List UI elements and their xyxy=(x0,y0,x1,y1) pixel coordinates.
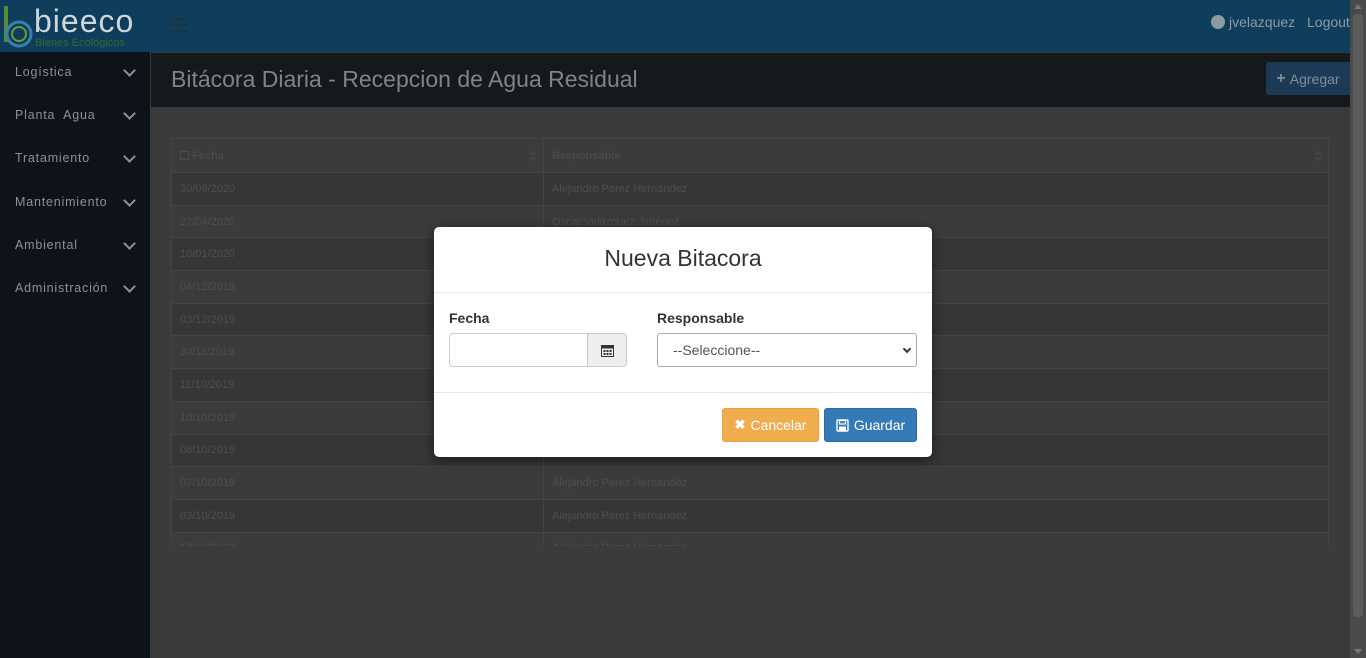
calendar-icon xyxy=(600,344,614,357)
logo-mark-icon xyxy=(4,6,33,48)
plus-icon: + xyxy=(1276,69,1286,87)
sidebar-item-tratamiento[interactable]: Tratamiento xyxy=(0,143,150,173)
floppy-disk-icon xyxy=(836,418,849,432)
page-header: Bitácora Diaria - Recepcion de Agua Resi… xyxy=(151,53,1350,107)
divider xyxy=(434,292,932,293)
save-button[interactable]: Guardar xyxy=(824,408,917,442)
add-button-label: Agregar xyxy=(1289,70,1340,87)
chevron-down-icon xyxy=(123,237,136,250)
table-row[interactable]: 03/10/2019 Alejandro Perez Hernandez xyxy=(171,498,1329,533)
cell-responsable: Alejandro Perez Hernandez xyxy=(543,466,1329,500)
sidebar-item-label: Tratamiento xyxy=(15,151,91,165)
sidebar-item-administracion[interactable]: Administración xyxy=(0,273,150,303)
sidebar-item-mantenimiento[interactable]: Mantenimiento xyxy=(0,187,150,217)
cell-responsable: Alejandro Perez Hernandez xyxy=(543,172,1329,206)
sidebar-item-label: Ambiental xyxy=(15,238,78,252)
nueva-bitacora-modal: Nueva Bitacora Fecha Responsable --Selec… xyxy=(434,227,932,457)
select-value: --Seleccione-- xyxy=(673,342,761,358)
calendar-icon xyxy=(180,150,189,160)
sort-icon xyxy=(529,150,537,162)
cancel-button-label: Cancelar xyxy=(750,417,807,433)
responsable-label: Responsable xyxy=(657,310,745,326)
cell-responsable: Alejandro Perez Hernandez xyxy=(543,498,1329,533)
column-label: Responsable xyxy=(552,149,621,162)
brand-tagline: Bienes Ecológicos xyxy=(35,37,125,49)
sort-icon xyxy=(1314,150,1322,162)
close-icon: ✖ xyxy=(734,417,746,432)
column-header-responsable[interactable]: Responsable xyxy=(543,138,1329,173)
save-button-label: Guardar xyxy=(853,417,906,433)
sidebar-item-logistica[interactable]: Logística xyxy=(0,57,150,87)
cell-fecha: 07/10/2019 xyxy=(171,466,544,500)
menu-toggle-icon[interactable] xyxy=(170,18,188,34)
sidebar-item-ambiental[interactable]: Ambiental xyxy=(0,230,150,260)
column-header-fecha[interactable]: Fecha xyxy=(171,138,544,173)
modal-title: Nueva Bitacora xyxy=(604,245,762,271)
scroll-up-icon[interactable] xyxy=(1354,4,1362,9)
chevron-down-icon xyxy=(123,194,136,207)
add-button[interactable]: + Agregar xyxy=(1266,62,1350,95)
chevron-down-icon xyxy=(123,150,136,163)
scroll-down-icon[interactable] xyxy=(1354,649,1362,654)
fecha-input[interactable] xyxy=(449,333,588,367)
sidebar-item-label: Administración xyxy=(15,281,109,295)
datepicker-button[interactable] xyxy=(587,333,627,367)
username: jvelazquez xyxy=(1229,14,1296,30)
chevron-down-icon xyxy=(902,344,912,354)
responsable-select[interactable]: --Seleccione-- xyxy=(657,333,917,367)
sidebar-item-label: Planta Agua xyxy=(15,108,96,122)
table-row[interactable]: 30/09/2020 Alejandro Perez Hernandez xyxy=(171,172,1329,206)
cell-responsable: Alejandro Perez Hernandez xyxy=(543,531,1329,546)
chevron-down-icon xyxy=(123,64,136,77)
scrollbar-thumb[interactable] xyxy=(1353,14,1363,617)
chevron-down-icon xyxy=(123,280,136,293)
table-row[interactable]: 07/10/2019 Alejandro Perez Hernandez xyxy=(171,466,1329,500)
brand-logo[interactable]: bieeco Bienes Ecológicos xyxy=(0,0,152,52)
divider xyxy=(434,392,932,393)
brand-name: bieeco xyxy=(34,3,135,39)
sidebar-item-label: Mantenimiento xyxy=(15,195,108,209)
table-row[interactable]: 17/09/2019Alejandro Perez Hernandez xyxy=(171,531,1329,546)
cell-fecha: 03/10/2019 xyxy=(171,498,544,533)
chevron-down-icon xyxy=(123,107,136,120)
user-circle-icon xyxy=(1211,15,1225,29)
sidebar-item-planta-agua[interactable]: Planta Agua xyxy=(0,100,150,130)
column-label: Fecha xyxy=(192,149,224,162)
page-scrollbar[interactable] xyxy=(1350,0,1366,658)
logout-link[interactable]: Logout xyxy=(1307,14,1350,30)
top-navbar: bieeco Bienes Ecológicos jvelazquez Logo… xyxy=(0,0,1350,52)
user-menu[interactable]: jvelazquez xyxy=(1211,14,1295,30)
sidebar: Logística Planta Agua Tratamiento Manten… xyxy=(0,52,150,658)
cell-fecha: 17/09/2019 xyxy=(171,531,544,546)
fecha-label: Fecha xyxy=(449,310,490,326)
cell-fecha: 30/09/2020 xyxy=(171,172,544,206)
page-title: Bitácora Diaria - Recepcion de Agua Resi… xyxy=(171,66,638,92)
sidebar-item-label: Logística xyxy=(15,65,73,79)
cancel-button[interactable]: ✖ Cancelar xyxy=(722,408,819,442)
